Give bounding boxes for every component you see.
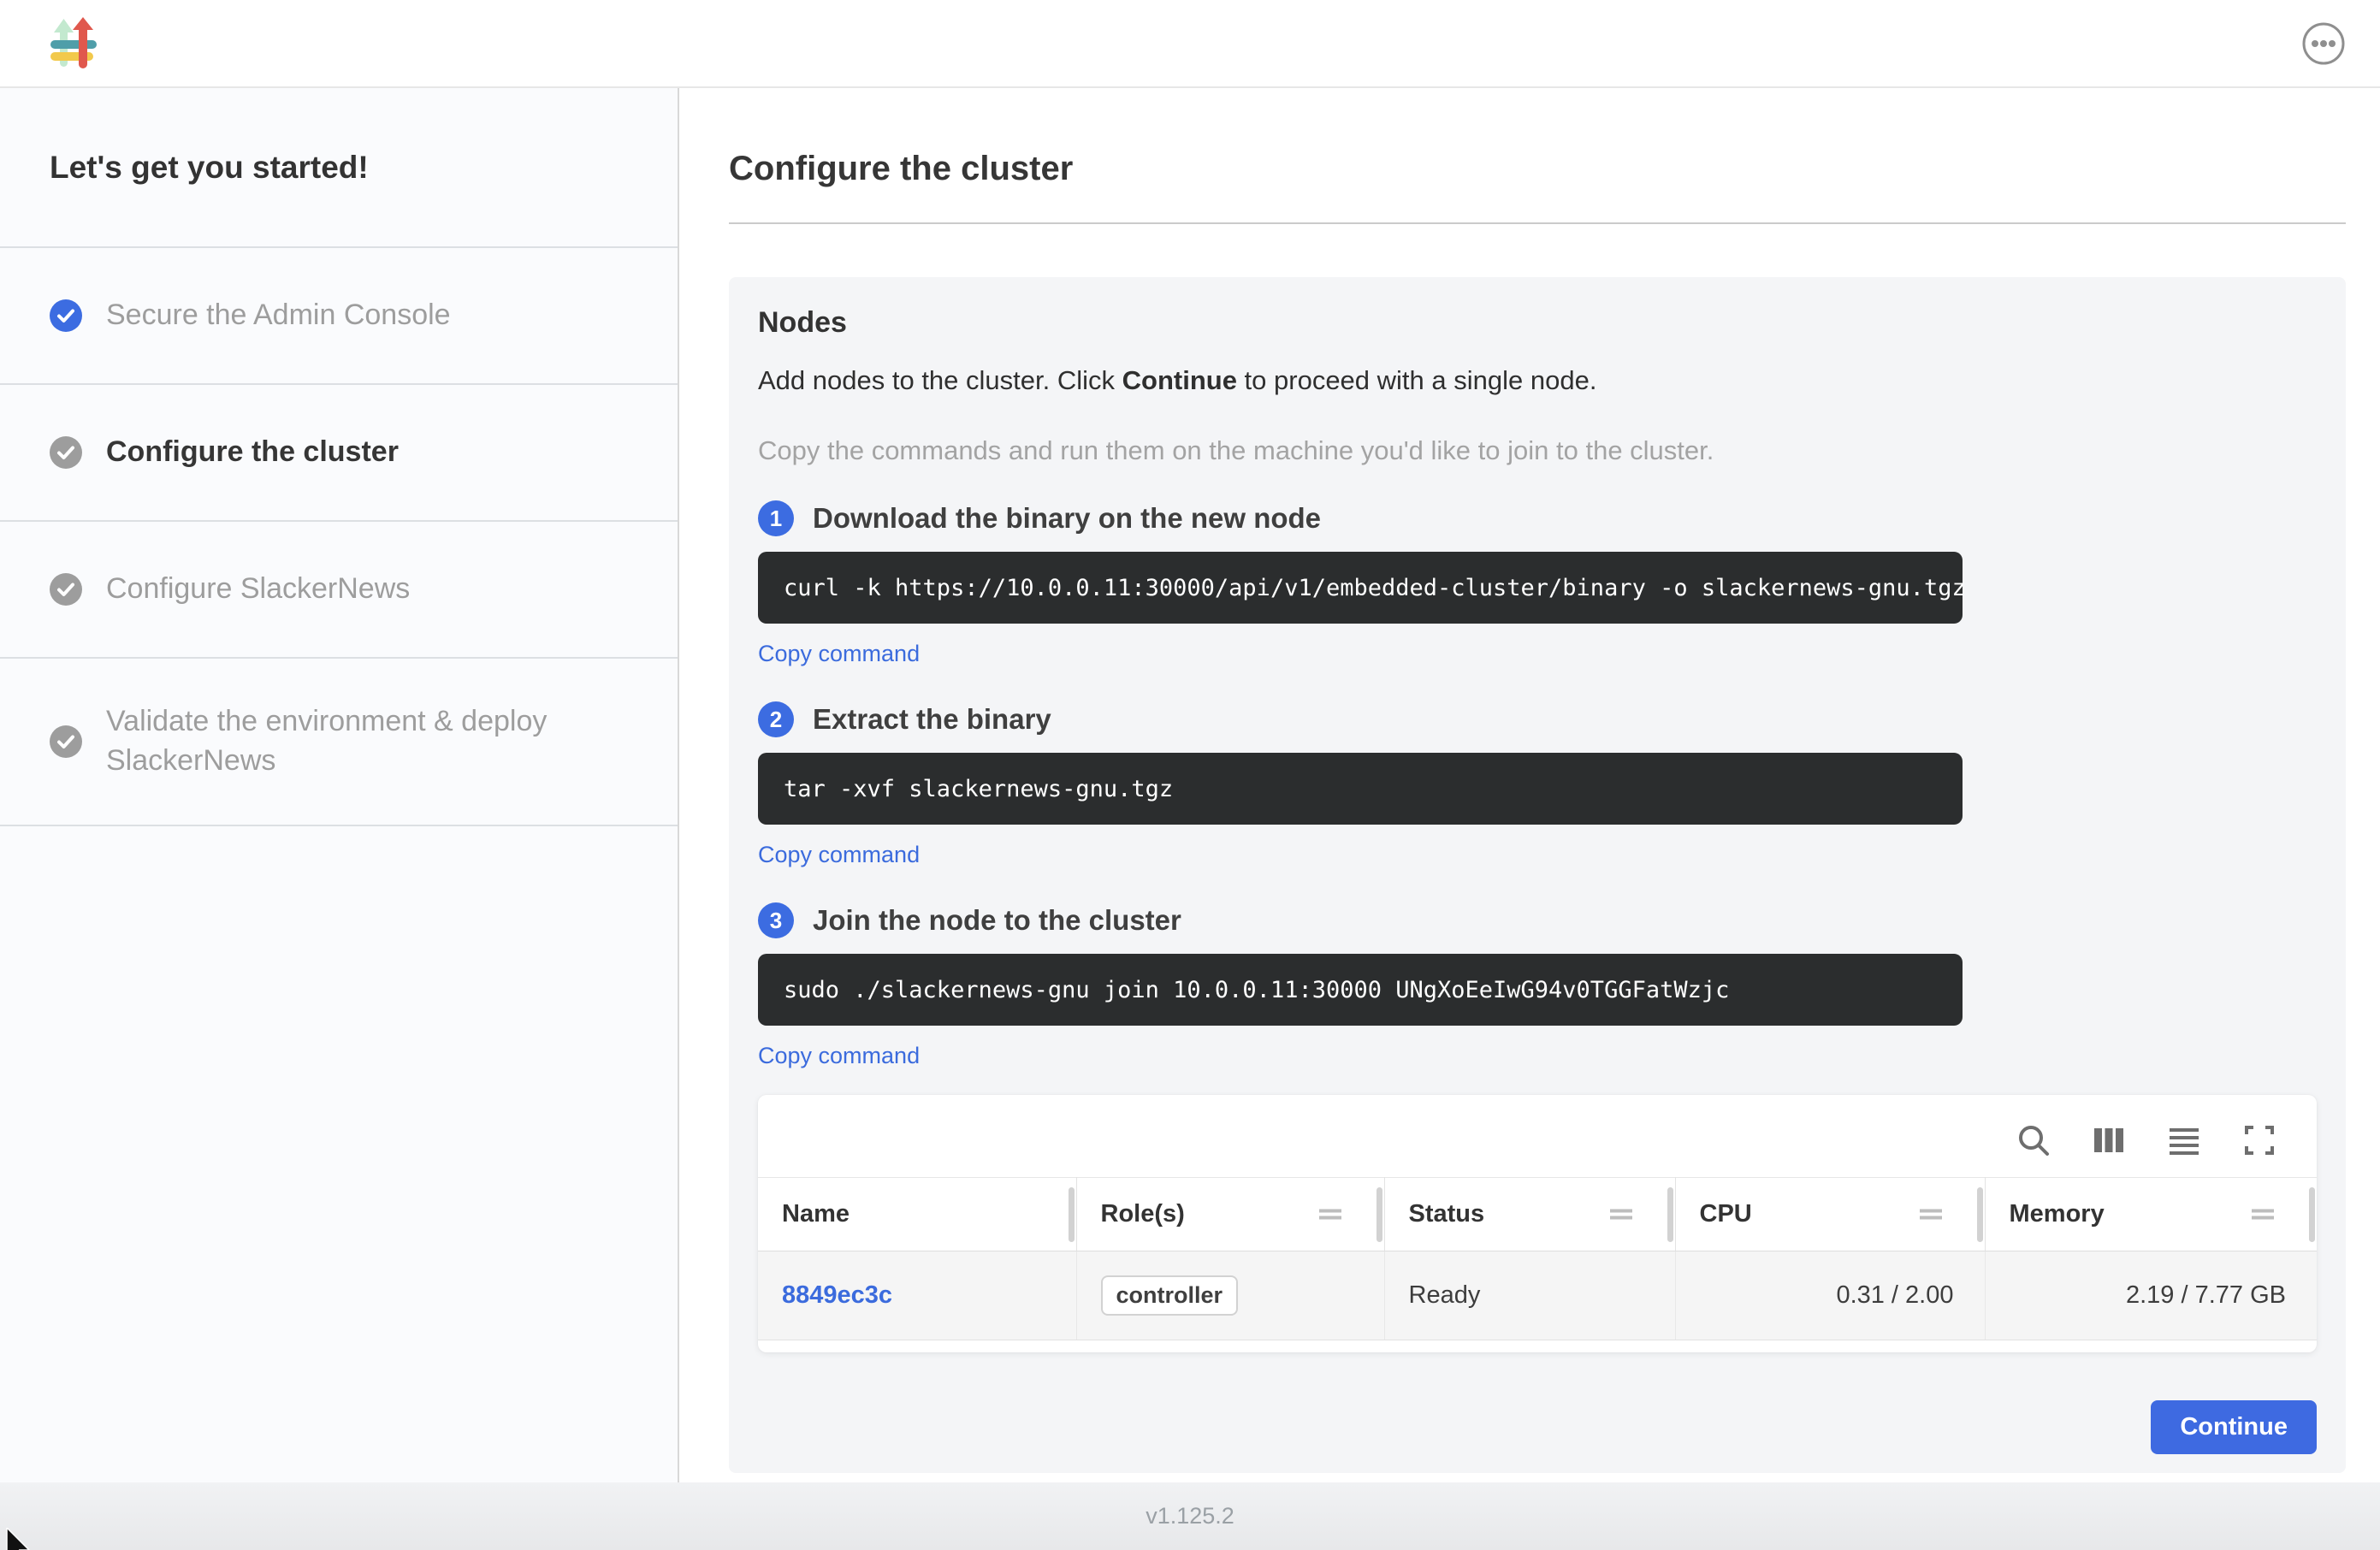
overflow-menu-button[interactable] <box>2301 21 2346 66</box>
top-bar <box>0 0 2380 88</box>
drag-handle-icon[interactable] <box>2250 1200 2276 1228</box>
command-text: tar -xvf slackernews-gnu.tgz <box>784 776 1173 802</box>
sidebar-item-label: Configure the cluster <box>106 433 399 472</box>
table-toolbar <box>758 1115 2317 1177</box>
footer: v1.125.2 <box>0 1482 2380 1550</box>
continue-button[interactable]: Continue <box>2151 1400 2317 1454</box>
check-circle-icon <box>50 573 82 606</box>
column-header-cpu[interactable]: CPU <box>1675 1178 1985 1251</box>
density-icon <box>2167 1123 2201 1157</box>
column-resize-handle[interactable] <box>1667 1187 1673 1242</box>
divider <box>0 825 678 826</box>
nodes-table-card: Name Role(s) <box>758 1095 2317 1352</box>
copy-command-link[interactable]: Copy command <box>758 842 920 868</box>
table-search-button[interactable] <box>2016 1122 2051 1158</box>
role-chip: controller <box>1101 1275 1239 1316</box>
column-label: Name <box>782 1200 850 1228</box>
nodes-intro: Add nodes to the cluster. Click Continue… <box>758 365 2317 396</box>
table-columns-button[interactable] <box>2091 1122 2127 1158</box>
drag-handle-icon[interactable] <box>1317 1200 1343 1228</box>
nodes-panel: Nodes Add nodes to the cluster. Click Co… <box>729 277 2346 1473</box>
step-title: Join the node to the cluster <box>813 904 1181 937</box>
drag-handle-icon[interactable] <box>1608 1200 1634 1228</box>
page-title: Configure the cluster <box>729 150 2346 188</box>
node-status-cell: Ready <box>1384 1251 1675 1340</box>
command-box-download: curl -k https://10.0.0.11:30000/api/v1/e… <box>758 552 1963 624</box>
column-resize-handle[interactable] <box>1376 1187 1382 1242</box>
copy-commands-hint: Copy the commands and run them on the ma… <box>758 435 2317 466</box>
column-header-name[interactable]: Name <box>758 1178 1076 1251</box>
node-roles-cell: controller <box>1076 1251 1384 1340</box>
sidebar-item-label: Secure the Admin Console <box>106 296 451 335</box>
node-name-link[interactable]: 8849ec3c <box>782 1281 892 1309</box>
step-title: Extract the binary <box>813 703 1051 736</box>
fullscreen-icon <box>2242 1123 2276 1157</box>
check-circle-icon <box>50 725 82 758</box>
command-text: sudo ./slackernews-gnu join 10.0.0.11:30… <box>784 977 1729 1003</box>
column-header-status[interactable]: Status <box>1384 1178 1675 1251</box>
column-header-roles[interactable]: Role(s) <box>1076 1178 1384 1251</box>
intro-continue-word: Continue <box>1122 365 1237 395</box>
table-fullscreen-button[interactable] <box>2241 1122 2277 1158</box>
setup-steps-sidebar: Let's get you started! Secure the Admin … <box>0 88 679 1482</box>
step-join-node: 3 Join the node to the cluster sudo ./sl… <box>758 902 2317 1069</box>
nodes-table: Name Role(s) <box>758 1177 2317 1340</box>
nodes-heading: Nodes <box>758 306 2317 340</box>
command-box-extract: tar -xvf slackernews-gnu.tgz <box>758 753 1963 825</box>
search-icon <box>2016 1122 2051 1158</box>
intro-suffix: to proceed with a single node. <box>1237 365 1597 395</box>
copy-command-link[interactable]: Copy command <box>758 1043 920 1069</box>
sidebar-item-label: Validate the environment & deploy Slacke… <box>106 702 601 781</box>
node-name-cell: 8849ec3c <box>758 1251 1076 1340</box>
sidebar-item-configure-slackernews[interactable]: Configure SlackerNews <box>0 522 678 657</box>
intro-prefix: Add nodes to the cluster. Click <box>758 365 1122 395</box>
copy-command-link[interactable]: Copy command <box>758 641 920 667</box>
main-content: Configure the cluster Nodes Add nodes to… <box>679 88 2380 1482</box>
step-extract-binary: 2 Extract the binary tar -xvf slackernew… <box>758 701 2317 868</box>
step-download-binary: 1 Download the binary on the new node cu… <box>758 500 2317 667</box>
check-circle-icon <box>50 299 82 332</box>
slackernews-logo-icon <box>50 17 98 70</box>
table-density-button[interactable] <box>2166 1122 2202 1158</box>
sidebar-item-validate-deploy[interactable]: Validate the environment & deploy Slacke… <box>0 659 678 825</box>
columns-icon <box>2092 1123 2126 1157</box>
command-text: curl -k https://10.0.0.11:30000/api/v1/e… <box>784 575 1966 601</box>
column-label: Status <box>1409 1200 1485 1228</box>
command-box-join: sudo ./slackernews-gnu join 10.0.0.11:30… <box>758 954 1963 1026</box>
step-number-badge: 1 <box>758 500 794 536</box>
column-resize-handle[interactable] <box>1069 1187 1075 1242</box>
node-cpu-cell: 0.31 / 2.00 <box>1675 1251 1985 1340</box>
node-memory-cell: 2.19 / 7.77 GB <box>1985 1251 2317 1340</box>
drag-handle-icon[interactable] <box>1918 1200 1944 1228</box>
app-window: Let's get you started! Secure the Admin … <box>0 0 2380 1550</box>
column-label: Role(s) <box>1101 1200 1185 1228</box>
column-resize-handle[interactable] <box>1977 1187 1983 1242</box>
step-number-badge: 2 <box>758 701 794 737</box>
step-title: Download the binary on the new node <box>813 502 1321 535</box>
divider <box>729 222 2346 224</box>
sidebar-heading: Let's get you started! <box>0 88 678 246</box>
version-label: v1.125.2 <box>1146 1503 1234 1529</box>
sidebar-item-label: Configure SlackerNews <box>106 570 410 609</box>
sidebar-item-configure-cluster[interactable]: Configure the cluster <box>0 385 678 520</box>
column-label: CPU <box>1700 1200 1752 1228</box>
column-label: Memory <box>2010 1200 2105 1228</box>
column-header-memory[interactable]: Memory <box>1985 1178 2317 1251</box>
sidebar-item-secure-admin-console[interactable]: Secure the Admin Console <box>0 248 678 383</box>
ellipsis-circle-icon <box>2301 21 2346 66</box>
node-table-row: 8849ec3c controller Ready 0.31 / 2.00 2.… <box>758 1251 2317 1340</box>
check-circle-icon <box>50 436 82 469</box>
step-number-badge: 3 <box>758 902 794 938</box>
table-header-row: Name Role(s) <box>758 1178 2317 1251</box>
column-resize-handle[interactable] <box>2309 1187 2315 1242</box>
teal-bar <box>50 40 97 49</box>
